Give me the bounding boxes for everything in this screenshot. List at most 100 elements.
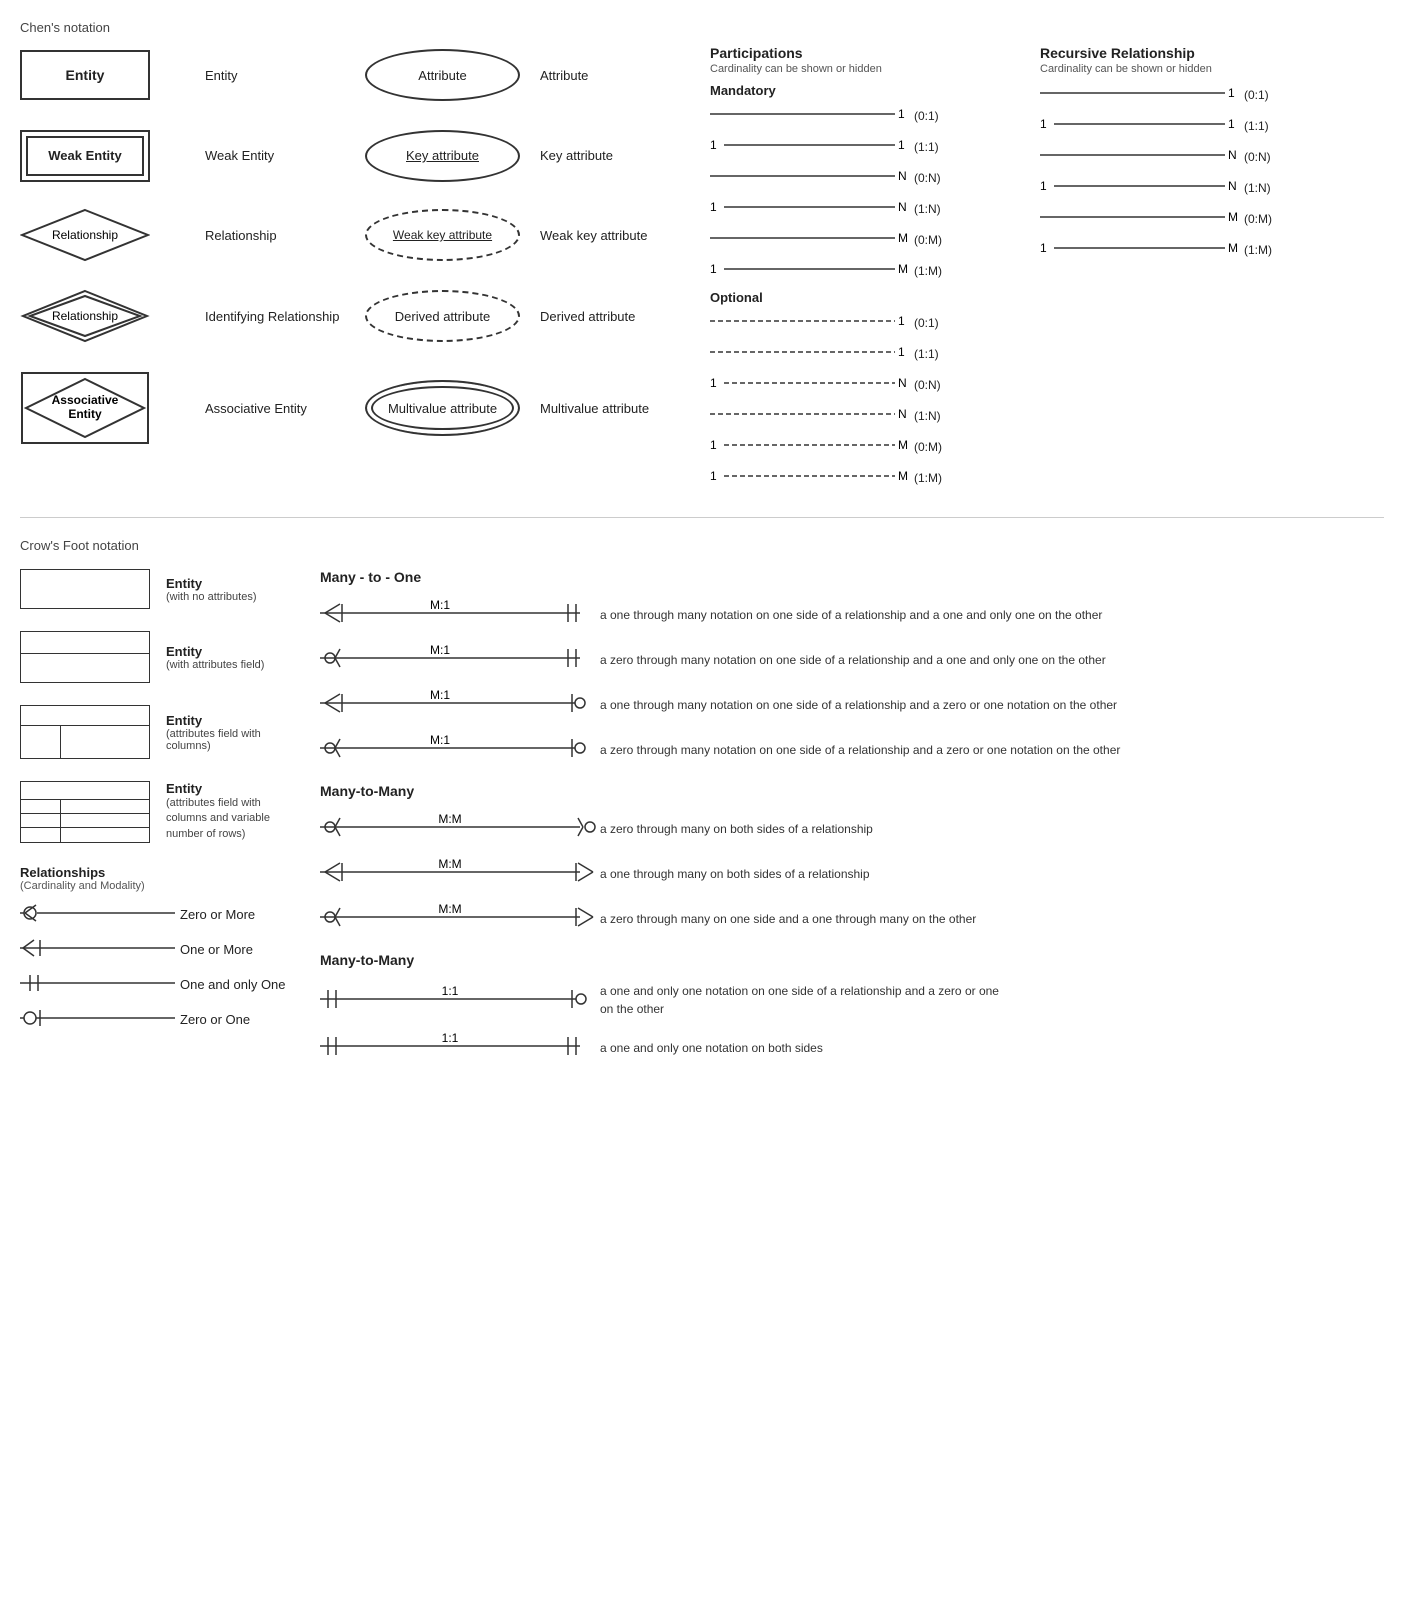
svg-text:1: 1 bbox=[1040, 241, 1047, 255]
part-line-0n-svg: N bbox=[710, 166, 910, 186]
rec-notation-11: (1:1) bbox=[1244, 119, 1269, 133]
part-mandatory-1-m: 1 M (1:M) bbox=[710, 259, 1020, 282]
identifying-rel-desc: Identifying Relationship bbox=[205, 282, 365, 350]
derived-ellipse: Derived attribute bbox=[365, 290, 520, 342]
svg-text:1: 1 bbox=[710, 438, 717, 452]
participations-header: Participations bbox=[710, 45, 1020, 61]
part-optional-1-m: 1 M (1:M) bbox=[710, 466, 1020, 489]
mtm-row-3: M:M a zero through many on one side and … bbox=[320, 903, 1384, 934]
svg-text:1: 1 bbox=[710, 200, 717, 214]
svg-text:M: M bbox=[1228, 210, 1238, 224]
key-attr-label: Key attribute bbox=[406, 148, 479, 163]
svg-text:1: 1 bbox=[898, 138, 905, 152]
rel-one-only-row: One and only One bbox=[20, 972, 300, 997]
one-only-label: One and only One bbox=[180, 977, 286, 992]
mto4-svg: M:1 bbox=[320, 734, 600, 762]
svg-text:1: 1 bbox=[1040, 179, 1047, 193]
entity-row: Entity bbox=[20, 45, 205, 105]
entity-label: Entity bbox=[66, 67, 105, 83]
crows-diagrams: Many - to - One M:1 a bbox=[320, 569, 1384, 1077]
rec-1-1: 1 1 (1:1) bbox=[1040, 114, 1300, 137]
oto-header: Many-to-Many bbox=[320, 952, 1384, 968]
rec-notation-1n: (1:N) bbox=[1244, 181, 1271, 195]
svg-text:1:1: 1:1 bbox=[442, 985, 459, 998]
associative-entity-row: Associative Entity bbox=[20, 368, 205, 448]
part-optional-0-n: 1 N (0:N) bbox=[710, 373, 1020, 396]
associative-entity-shape: Associative Entity bbox=[20, 371, 150, 445]
svg-text:M: M bbox=[898, 262, 908, 276]
rec-line-1n: 1 N bbox=[1040, 176, 1240, 199]
cf-entity-colrows-label: Entity (attributes field with columns an… bbox=[166, 781, 286, 843]
part-opt-1n-svg: N bbox=[710, 404, 910, 424]
weak-key-label: Weak key attribute bbox=[393, 228, 492, 242]
attribute-shape-label: Attribute bbox=[418, 68, 466, 83]
part-opt-line-0m: 1 M bbox=[710, 435, 910, 458]
cf-entity-cols-shape bbox=[20, 705, 150, 759]
part-optional-1-n: N (1:N) bbox=[710, 404, 1020, 427]
svg-text:M:1: M:1 bbox=[430, 599, 450, 612]
weak-entity-label: Weak Entity bbox=[48, 148, 121, 163]
derived-shape-row: Derived attribute bbox=[365, 282, 540, 350]
part-mandatory-0-n: N (0:N) bbox=[710, 166, 1020, 189]
attribute-shape-row: Attribute bbox=[365, 45, 540, 105]
mtm-header: Many-to-Many bbox=[320, 783, 1384, 799]
svg-text:1: 1 bbox=[898, 314, 905, 328]
svg-text:1: 1 bbox=[710, 138, 717, 152]
oto2-svg: 1:1 bbox=[320, 1032, 600, 1060]
cf-entity-colrows-row: Entity (attributes field with columns an… bbox=[20, 781, 300, 843]
rec-line-0m: M bbox=[1040, 207, 1240, 230]
attr-desc: Attribute bbox=[540, 45, 700, 105]
part-notation-1m: (1:M) bbox=[914, 264, 942, 278]
part-mandatory-1-n: 1 N (1:N) bbox=[710, 197, 1020, 220]
rel-one-only-symbol bbox=[20, 972, 180, 997]
part-notation-11: (1:1) bbox=[914, 140, 939, 154]
mtm1-svg: M:M bbox=[320, 813, 600, 841]
cf-entity-attr-title: Entity bbox=[166, 644, 264, 659]
rel-one-more-row: One or More bbox=[20, 937, 300, 962]
mto-diagram-3: M:1 bbox=[320, 689, 600, 720]
weak-key-desc: Weak key attribute bbox=[540, 206, 700, 264]
part-mandatory-1-1: 1 1 (1:1) bbox=[710, 135, 1020, 158]
cf-entity-colrows-title: Entity bbox=[166, 781, 286, 796]
associative-entity-desc: Associative Entity bbox=[205, 368, 365, 448]
cf-entity-colrows-sub: (attributes field with columns and varia… bbox=[166, 796, 286, 842]
part-line-0n: N bbox=[710, 166, 910, 189]
mtm-diagram-1: M:M bbox=[320, 813, 600, 844]
svg-text:M:M: M:M bbox=[438, 858, 461, 871]
part-opt-01-svg: 1 bbox=[710, 311, 910, 331]
mto-header: Many - to - One bbox=[320, 569, 1384, 585]
relationship-row: Relationship bbox=[20, 206, 205, 264]
multivalue-ellipse: Multivalue attribute bbox=[365, 380, 520, 436]
mto-row-3: M:1 a one through many notation on one s… bbox=[320, 689, 1384, 720]
svg-text:N: N bbox=[898, 407, 907, 421]
part-opt-notation-11: (1:1) bbox=[914, 347, 939, 361]
mto-desc-2: a zero through many notation on one side… bbox=[600, 651, 1106, 669]
mto-diagram-4: M:1 bbox=[320, 734, 600, 765]
oto1-svg: 1:1 bbox=[320, 985, 600, 1013]
page: { "chens": { "header": "Chen's notation"… bbox=[20, 20, 1384, 1077]
rel-key-header: Relationships bbox=[20, 865, 300, 880]
part-line-01: 1 bbox=[710, 104, 910, 127]
cf-entity-simple-shape bbox=[20, 569, 150, 609]
multivalue-desc: Multivalue attribute bbox=[540, 368, 700, 448]
zero-one-label: Zero or One bbox=[180, 1012, 250, 1027]
svg-text:1:1: 1:1 bbox=[442, 1032, 459, 1045]
rec-notation-0m: (0:M) bbox=[1244, 212, 1272, 226]
rec-line-11: 1 1 bbox=[1040, 114, 1240, 137]
derived-label: Derived attribute bbox=[395, 309, 490, 324]
svg-text:M: M bbox=[898, 438, 908, 452]
rec-line-01: 1 bbox=[1040, 83, 1240, 106]
part-opt-0n-svg: 1 N bbox=[710, 373, 910, 393]
chens-header: Chen's notation bbox=[20, 20, 1384, 35]
rel-zero-one-row: Zero or One bbox=[20, 1007, 300, 1032]
relationships-key: Relationships (Cardinality and Modality) bbox=[20, 865, 300, 1032]
rec-1n-svg: 1 N bbox=[1040, 176, 1240, 196]
weak-key-ellipse: Weak key attribute bbox=[365, 209, 520, 261]
mto-row-2: M:1 a zero through many notation on one … bbox=[320, 644, 1384, 675]
rec-11-svg: 1 1 bbox=[1040, 114, 1240, 134]
rec-1-m: 1 M (1:M) bbox=[1040, 238, 1300, 261]
rec-0-n: N (0:N) bbox=[1040, 145, 1300, 168]
mto-desc-3: a one through many notation on one side … bbox=[600, 696, 1117, 714]
part-opt-notation-1m: (1:M) bbox=[914, 471, 942, 485]
rel-zero-more-symbol bbox=[20, 902, 180, 927]
